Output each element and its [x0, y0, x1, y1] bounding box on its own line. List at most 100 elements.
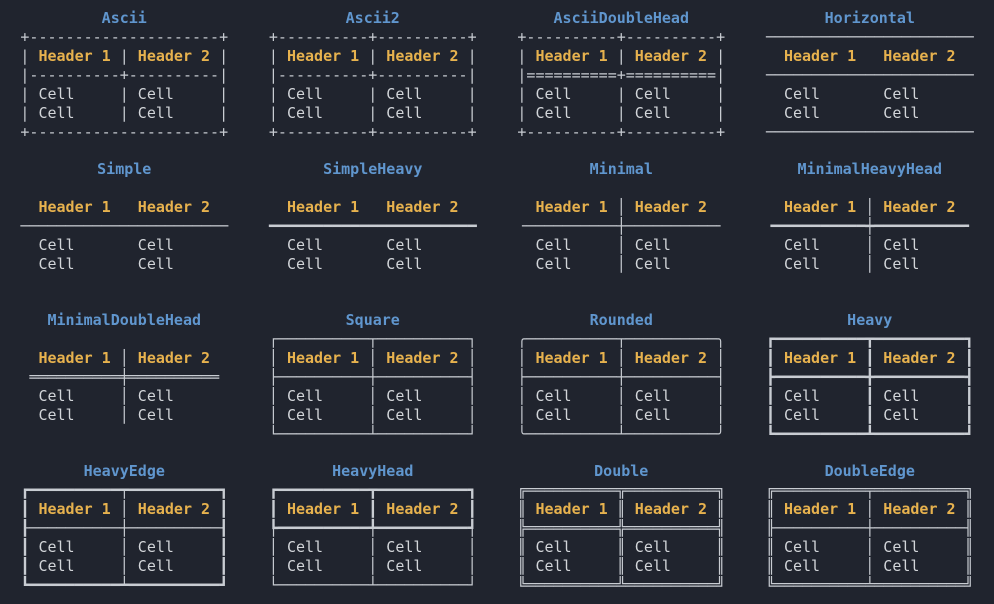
- border-chars: │: [617, 255, 626, 273]
- border-chars: ━━━━━━━━━━━━━━━━━━━━━━━: [269, 217, 477, 235]
- border-chars: │: [368, 557, 377, 575]
- border-chars: │: [865, 236, 874, 254]
- table-simple: Header 1 Header 2 ──────────────────────…: [20, 198, 228, 274]
- border-chars: ┌──────────┬──────────┐: [269, 330, 477, 348]
- border-chars: +----------+----------+: [269, 28, 477, 46]
- cell-text: Cell: [29, 406, 119, 424]
- cell-text: Cell: [278, 255, 368, 273]
- cell-text: Cell: [29, 236, 119, 254]
- cell-text: Cell: [377, 85, 467, 103]
- table-line: Header 1 │ Header 2: [20, 349, 228, 368]
- header-text: Header 1: [278, 500, 368, 518]
- border-chars: │: [368, 406, 377, 424]
- table-line: Cell │ Cell: [20, 387, 228, 406]
- border-chars: [269, 236, 278, 254]
- table-card-double-edge: DoubleEdge ╔══════════╤══════════╗║ Head…: [746, 453, 994, 604]
- table-line: │ Cell │ Cell │: [517, 406, 725, 425]
- border-chars: ┃: [766, 387, 775, 405]
- header-text: Header 2: [874, 198, 964, 216]
- table-line: +----------+----------+: [269, 123, 477, 142]
- cell-text: Cell: [526, 255, 616, 273]
- border-chars: ╔══════════╦══════════╗: [517, 481, 725, 499]
- table-double: ╔══════════╦══════════╗║ Header 1 ║ Head…: [517, 481, 725, 595]
- border-chars: |----------+----------|: [269, 66, 477, 84]
- table-heavy-edge: ┏━━━━━━━━━━┯━━━━━━━━━━┓┃ Header 1 │ Head…: [20, 481, 228, 595]
- border-chars: ───────────────────────: [20, 217, 228, 235]
- border-chars: │: [120, 349, 129, 367]
- border-chars: ║: [965, 538, 974, 556]
- header-text: Header 2: [377, 47, 467, 65]
- border-chars: ───────────────────────: [766, 123, 974, 141]
- table-line: ╔══════════╦══════════╗: [517, 481, 725, 500]
- cell-text: Cell: [377, 557, 467, 575]
- table-line: +---------------------+: [20, 123, 228, 142]
- border-chars: ║: [716, 557, 725, 575]
- border-chars: [716, 255, 725, 273]
- table-title-heavy-edge: HeavyEdge: [84, 462, 165, 481]
- cell-text: Cell: [874, 406, 964, 424]
- border-chars: [865, 85, 874, 103]
- border-chars: └──────────┴──────────┘: [269, 425, 477, 443]
- table-card-minimal-heavy-head: MinimalHeavyHead Header 1 │ Header 2 ╺━━…: [746, 151, 994, 302]
- header-text: Header 2: [129, 47, 219, 65]
- border-chars: ┃: [865, 387, 874, 405]
- cell-text: Cell: [526, 236, 616, 254]
- table-line: ║ Cell │ Cell ║: [766, 538, 974, 557]
- border-chars: [368, 236, 377, 254]
- header-text: Header 2: [874, 47, 964, 65]
- border-chars: │: [617, 387, 626, 405]
- table-minimal-double-head: Header 1 │ Header 2 ══════════╪═════════…: [20, 349, 228, 425]
- table-line: Header 1 Header 2: [269, 198, 477, 217]
- border-chars: │: [865, 538, 874, 556]
- cell-text: Cell: [29, 104, 119, 122]
- border-chars: │: [865, 198, 874, 216]
- cell-text: Cell: [626, 538, 716, 556]
- border-chars: [766, 255, 775, 273]
- border-chars: │: [120, 538, 129, 556]
- table-line: │ Cell │ Cell │: [269, 557, 477, 576]
- table-line: ║ Cell ║ Cell ║: [517, 557, 725, 576]
- table-line: | Cell | Cell |: [20, 104, 228, 123]
- border-chars: ╶──────────┼──────────╴: [517, 217, 725, 235]
- cell-text: Cell: [377, 538, 467, 556]
- border-chars: [219, 387, 228, 405]
- border-chars: |: [219, 85, 228, 103]
- border-chars: |: [468, 85, 477, 103]
- border-chars: [269, 198, 278, 216]
- border-chars: |: [120, 85, 129, 103]
- table-title-minimal-double-head: MinimalDoubleHead: [47, 311, 201, 330]
- table-card-heavy-head: HeavyHead ┏━━━━━━━━━━┳━━━━━━━━━━┓┃ Heade…: [249, 453, 498, 604]
- cell-text: Cell: [278, 236, 368, 254]
- table-line: │ Cell │ Cell │: [269, 538, 477, 557]
- border-chars: ║: [617, 500, 626, 518]
- table-card-simple: Simple Header 1 Header 2 ───────────────…: [0, 151, 249, 302]
- table-line: ───────────────────────: [766, 66, 974, 85]
- table-line: ┡━━━━━━━━━━╇━━━━━━━━━━┩: [269, 519, 477, 538]
- border-chars: ┃: [219, 538, 228, 556]
- table-line: Cell Cell: [766, 85, 974, 104]
- border-chars: +----------+----------+: [517, 123, 725, 141]
- border-chars: │: [865, 500, 874, 518]
- cell-text: Cell: [775, 557, 865, 575]
- cell-text: Cell: [526, 538, 616, 556]
- table-line: | Cell | Cell |: [20, 85, 228, 104]
- table-line: Cell Cell: [20, 236, 228, 255]
- border-chars: ┃: [766, 406, 775, 424]
- border-chars: ┏━━━━━━━━━━┳━━━━━━━━━━┓: [766, 330, 974, 348]
- border-chars: ┗━━━━━━━━━━┷━━━━━━━━━━┛: [20, 576, 228, 594]
- cell-text: Cell: [775, 236, 865, 254]
- table-line: ══════════╪══════════: [20, 368, 228, 387]
- table-card-square: Square ┌──────────┬──────────┐│ Header 1…: [249, 302, 498, 453]
- table-line: |----------+----------|: [269, 66, 477, 85]
- table-line: Cell Cell: [269, 255, 477, 274]
- header-text: Header 2: [129, 198, 219, 216]
- header-text: Header 1: [775, 349, 865, 367]
- header-text: Header 2: [377, 349, 467, 367]
- border-chars: [269, 255, 278, 273]
- table-title-heavy-head: HeavyHead: [332, 462, 413, 481]
- cell-text: Cell: [626, 557, 716, 575]
- table-line: ┗━━━━━━━━━━┻━━━━━━━━━━┛: [766, 425, 974, 444]
- header-text: Header 2: [129, 349, 219, 367]
- cell-text: Cell: [377, 255, 467, 273]
- cell-text: Cell: [29, 538, 119, 556]
